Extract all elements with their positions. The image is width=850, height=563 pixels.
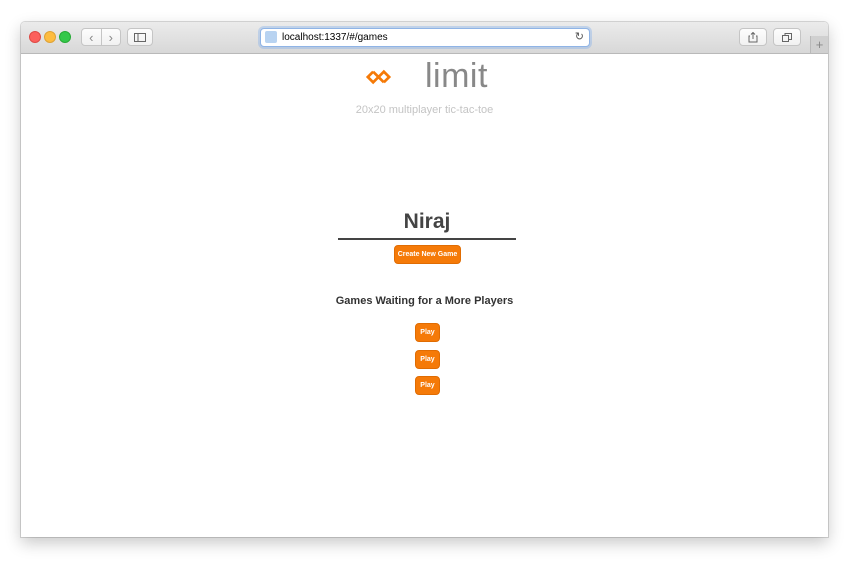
favicon-icon bbox=[265, 31, 277, 43]
sidebar-icon bbox=[134, 32, 146, 42]
tagline: 20x20 multiplayer tic-tac-toe bbox=[355, 104, 494, 116]
sidebar-toggle-button[interactable] bbox=[127, 28, 153, 46]
page-content: limit 20x20 multiplayer tic-tac-toe Nira… bbox=[21, 54, 828, 537]
new-tab-button[interactable]: + bbox=[810, 36, 828, 53]
close-window-button[interactable] bbox=[29, 31, 41, 43]
history-nav: ‹ › bbox=[81, 28, 121, 46]
back-icon[interactable]: ‹ bbox=[82, 29, 101, 45]
forward-icon[interactable]: › bbox=[100, 29, 121, 45]
browser-window: ‹ › localhost:1337/#/games ↻ + limit 20x… bbox=[21, 22, 828, 537]
address-bar[interactable]: localhost:1337/#/games ↻ bbox=[260, 28, 590, 47]
brand-name: limit bbox=[425, 57, 488, 95]
username-display: Niraj bbox=[338, 206, 516, 240]
show-tabs-button[interactable] bbox=[773, 28, 801, 46]
reload-icon[interactable]: ↻ bbox=[575, 30, 584, 43]
waiting-games-heading: Games Waiting for a More Players bbox=[335, 295, 514, 307]
zoom-window-button[interactable] bbox=[59, 31, 71, 43]
share-button[interactable] bbox=[739, 28, 767, 46]
play-button[interactable]: Play bbox=[415, 323, 440, 342]
play-button[interactable]: Play bbox=[415, 350, 440, 369]
minimize-window-button[interactable] bbox=[44, 31, 56, 43]
url-text: localhost:1337/#/games bbox=[282, 32, 388, 43]
infinity-diamond-logo-icon bbox=[366, 69, 392, 85]
create-new-game-button[interactable]: Create New Game bbox=[394, 245, 461, 264]
play-button[interactable]: Play bbox=[415, 376, 440, 395]
share-icon bbox=[748, 31, 758, 42]
tabs-icon bbox=[782, 32, 792, 42]
browser-toolbar: ‹ › localhost:1337/#/games ↻ + bbox=[21, 22, 828, 54]
